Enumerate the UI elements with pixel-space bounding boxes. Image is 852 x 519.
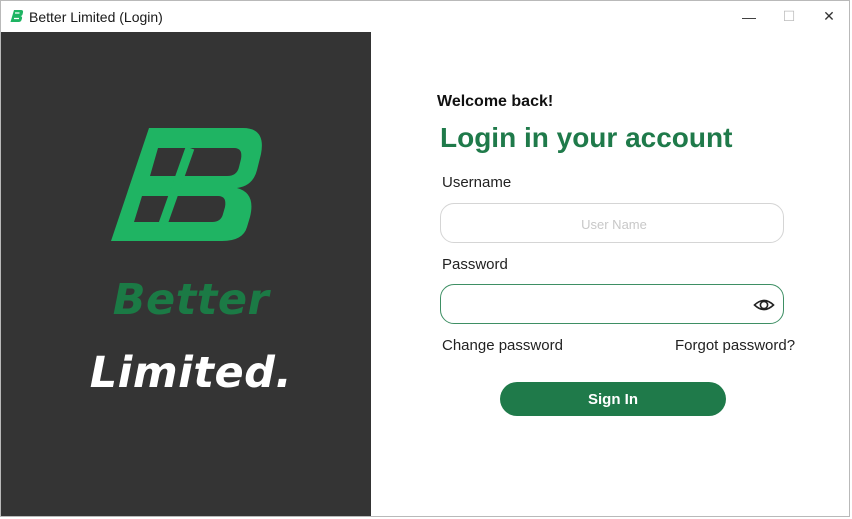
show-password-eye-icon[interactable] [753,294,775,316]
login-window: Better Limited (Login) — ☐ ✕ Better Limi… [0,0,850,517]
welcome-text: Welcome back! [437,93,554,110]
forgot-password-link[interactable]: Forgot password? [675,337,795,354]
password-input[interactable] [441,285,787,325]
login-form: Welcome back! Login in your account User… [371,32,849,516]
username-input[interactable] [441,204,787,244]
sign-in-button[interactable]: Sign In [500,382,726,416]
username-label: Username [442,174,512,191]
username-field[interactable] [440,203,787,244]
window-title: Better Limited (Login) [29,9,163,25]
brand-name-bottom: Limited. [89,348,293,398]
app-logo-icon [10,10,24,22]
change-password-link[interactable]: Change password [442,337,563,354]
brand-panel: Better Limited. [1,32,371,516]
close-button[interactable]: ✕ [809,1,849,32]
password-label: Password [442,256,508,273]
minimize-button[interactable]: — [729,1,769,32]
brand-name-top: Better [112,275,270,325]
password-field[interactable] [440,284,787,325]
maximize-button[interactable]: ☐ [769,1,809,32]
title-bar[interactable]: Better Limited (Login) — ☐ ✕ [1,1,849,32]
company-logo-icon [111,128,262,241]
page-title: Login in your account [440,122,733,153]
